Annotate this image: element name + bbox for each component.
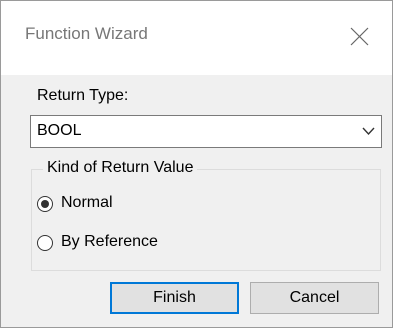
return-type-value: BOOL <box>37 122 82 139</box>
chevron-down-icon <box>362 127 375 136</box>
return-type-label: Return Type: <box>37 87 129 104</box>
radio-label-normal: Normal <box>61 194 113 211</box>
radio-by-reference[interactable]: By Reference <box>37 233 197 257</box>
radio-normal[interactable]: Normal <box>37 194 157 218</box>
close-button[interactable] <box>332 1 392 75</box>
radio-button-circle[interactable] <box>37 235 53 251</box>
radio-label-by-reference: By Reference <box>61 233 158 250</box>
title-bar: Function Wizard <box>1 1 392 75</box>
finish-button[interactable]: Finish <box>110 282 239 314</box>
radio-selected-dot <box>41 200 49 208</box>
return-type-dropdown[interactable]: BOOL <box>30 115 382 148</box>
function-wizard-dialog: Function Wizard Return Type: BOOL Kind o… <box>0 0 393 328</box>
radio-button-circle[interactable] <box>37 196 53 212</box>
cancel-button[interactable]: Cancel <box>250 282 379 314</box>
group-legend: Kind of Return Value <box>43 159 198 177</box>
window-title: Function Wizard <box>25 24 148 43</box>
close-icon <box>350 27 369 46</box>
